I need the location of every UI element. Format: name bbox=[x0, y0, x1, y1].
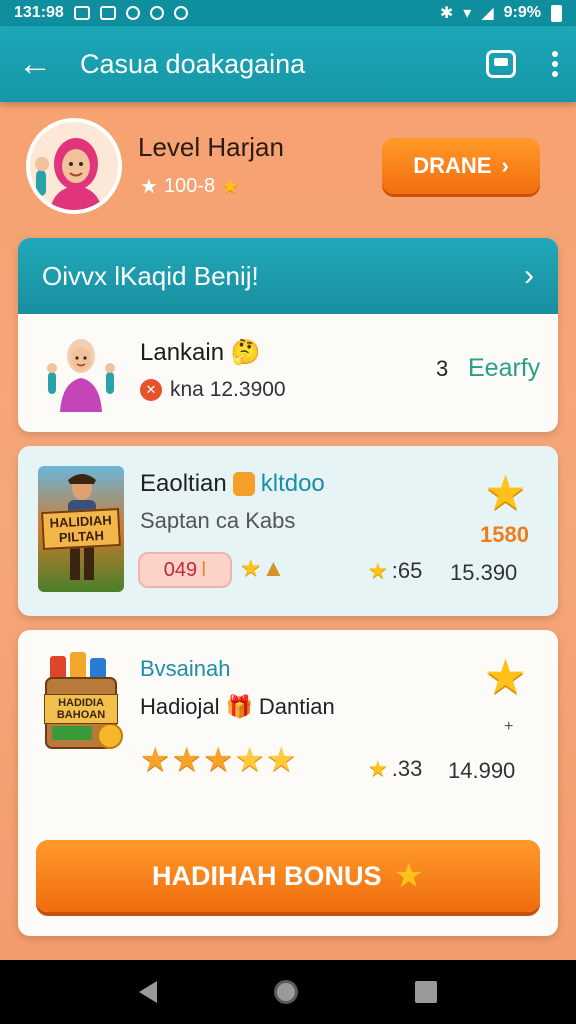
reward-mark: + bbox=[504, 718, 514, 735]
chevron-right-icon: › bbox=[524, 259, 534, 292]
system-nav-bar bbox=[0, 960, 576, 1024]
flame-icon: ǀ bbox=[201, 558, 207, 581]
rating-star-icon: ★ bbox=[265, 741, 298, 779]
gift-icon: 🎁 bbox=[225, 694, 253, 719]
game-rating-value: :65 bbox=[391, 558, 423, 583]
more-menu-icon[interactable] bbox=[552, 51, 558, 77]
page-title: Casua doakagaina bbox=[80, 48, 306, 79]
emoji-icon: 🤔 bbox=[230, 339, 261, 366]
star-tree-icon: ★▲ bbox=[240, 555, 286, 582]
avatar-illustration-icon bbox=[30, 122, 118, 210]
game-tag: kltdoo bbox=[260, 470, 325, 497]
chevron-right-icon: › bbox=[501, 153, 509, 178]
status-bar: 131:98 ✱ ▾ ◢ 9:9% bbox=[0, 0, 576, 26]
reward-card: HADIDIA BAHOAN Bvsainah Hadiojal 🎁 Danti… bbox=[18, 630, 558, 936]
sync-icon bbox=[149, 6, 164, 20]
rating-star-icon: ★ bbox=[171, 741, 203, 779]
badge-icon bbox=[232, 472, 255, 496]
reward-subtitle: Hadiojal 🎁 Dantian bbox=[140, 694, 335, 720]
star-icon: ★ bbox=[140, 176, 158, 198]
nav-recent-apps-icon[interactable] bbox=[415, 981, 438, 1003]
avatar[interactable] bbox=[26, 118, 122, 214]
gold-star-icon: ★ bbox=[221, 176, 240, 198]
game-pill-text: 049 bbox=[163, 558, 198, 581]
list-item[interactable]: Lankain 🤔 ✕ kna 12.3900 3 Eearfy bbox=[18, 314, 558, 432]
tools-icon: ✕ bbox=[140, 379, 162, 401]
profile-header: Level Harjan ★ 100-8 ★ DRANE › bbox=[26, 118, 550, 218]
mail-icon bbox=[73, 6, 90, 20]
game-points: 1580 bbox=[480, 522, 529, 547]
app-icon bbox=[125, 6, 140, 20]
app-bar: ← Casua doakagaina bbox=[0, 26, 576, 102]
notification-icon bbox=[99, 6, 116, 20]
item-tag: Eearfy bbox=[468, 354, 541, 382]
game-thumb-label: HALIDIAH PILTAH bbox=[41, 507, 121, 551]
bluetooth-icon: ✱ bbox=[439, 5, 454, 22]
section-card: Oivvx lKaqid Benij! › Lankain 🤔 ✕ kna 12… bbox=[18, 238, 558, 432]
game-count: 15.390 bbox=[450, 560, 518, 585]
nav-home-icon[interactable] bbox=[273, 980, 298, 1004]
tv-icon[interactable] bbox=[486, 50, 516, 78]
section-header[interactable]: Oivvx lKaqid Benij! › bbox=[18, 238, 558, 314]
drane-button-label: DRANE bbox=[413, 153, 492, 178]
game-pill-badge[interactable]: 049 ǀ bbox=[138, 552, 232, 588]
back-arrow-icon[interactable]: ← bbox=[18, 47, 58, 81]
item-count: 3 bbox=[436, 356, 449, 381]
reward-thumb-label: HADIDIA BAHOAN bbox=[44, 694, 118, 724]
item-detail-text: kna 12.3900 bbox=[170, 378, 286, 401]
person-avatar-icon bbox=[47, 339, 115, 412]
level-score: ★ 100-8 ★ bbox=[140, 174, 239, 199]
wifi-icon: ▾ bbox=[463, 5, 472, 22]
reward-subtitle-extra: Dantian bbox=[258, 694, 335, 719]
item-name: Lankain 🤔 bbox=[140, 338, 261, 367]
game-subtitle: Saptan ca Kabs bbox=[140, 508, 296, 533]
reward-subtitle-text: Hadiojal bbox=[140, 694, 220, 719]
battery-percent: 9:9% bbox=[503, 4, 541, 21]
rating-star-icon: ★ bbox=[140, 741, 172, 779]
bonus-button[interactable]: HADIHAH BONUS ★ bbox=[36, 840, 540, 912]
favorite-star-icon[interactable]: ★ bbox=[484, 654, 527, 702]
star-rating[interactable]: ★★★★★ bbox=[140, 740, 297, 780]
section-header-label: Oivvx lKaqid Benij! bbox=[42, 260, 259, 291]
game-title-text: Eaoltian bbox=[140, 470, 227, 497]
signal-icon: ◢ bbox=[481, 5, 494, 22]
rating-star-icon: ★ bbox=[202, 741, 235, 779]
drane-button[interactable]: DRANE › bbox=[382, 138, 540, 194]
game-title: Eaoltian kltdoo bbox=[140, 470, 325, 498]
bonus-button-label: HADIHAH BONUS bbox=[152, 860, 382, 891]
level-title: Level Harjan bbox=[138, 132, 284, 162]
status-time: 131:98 bbox=[14, 4, 64, 21]
score-value: 100-8 bbox=[163, 175, 216, 197]
game-rating: ★ :65 bbox=[368, 558, 422, 584]
game-card[interactable]: HALIDIAH PILTAH Eaoltian kltdoo Saptan c… bbox=[18, 446, 558, 616]
rating-star-icon: ★ bbox=[234, 741, 266, 779]
battery-icon bbox=[551, 4, 562, 22]
reward-rating-value: .33 bbox=[391, 756, 423, 781]
reward-thumbnail: HADIDIA BAHOAN bbox=[44, 650, 124, 760]
reward-count: 14.990 bbox=[448, 758, 516, 783]
star-icon: ★ bbox=[393, 857, 424, 895]
favorite-star-icon[interactable]: ★ bbox=[484, 470, 527, 518]
nav-back-icon[interactable] bbox=[138, 981, 157, 1003]
item-name-text: Lankain bbox=[140, 339, 225, 366]
location-icon bbox=[173, 6, 188, 20]
reward-rating: ★ .33 bbox=[368, 756, 422, 782]
item-detail: ✕ kna 12.3900 bbox=[140, 378, 286, 402]
game-thumbnail: HALIDIAH PILTAH bbox=[38, 466, 124, 592]
star-icon: ★ bbox=[368, 558, 388, 583]
star-icon: ★ bbox=[368, 756, 388, 781]
reward-title: Bvsainah bbox=[140, 656, 231, 681]
